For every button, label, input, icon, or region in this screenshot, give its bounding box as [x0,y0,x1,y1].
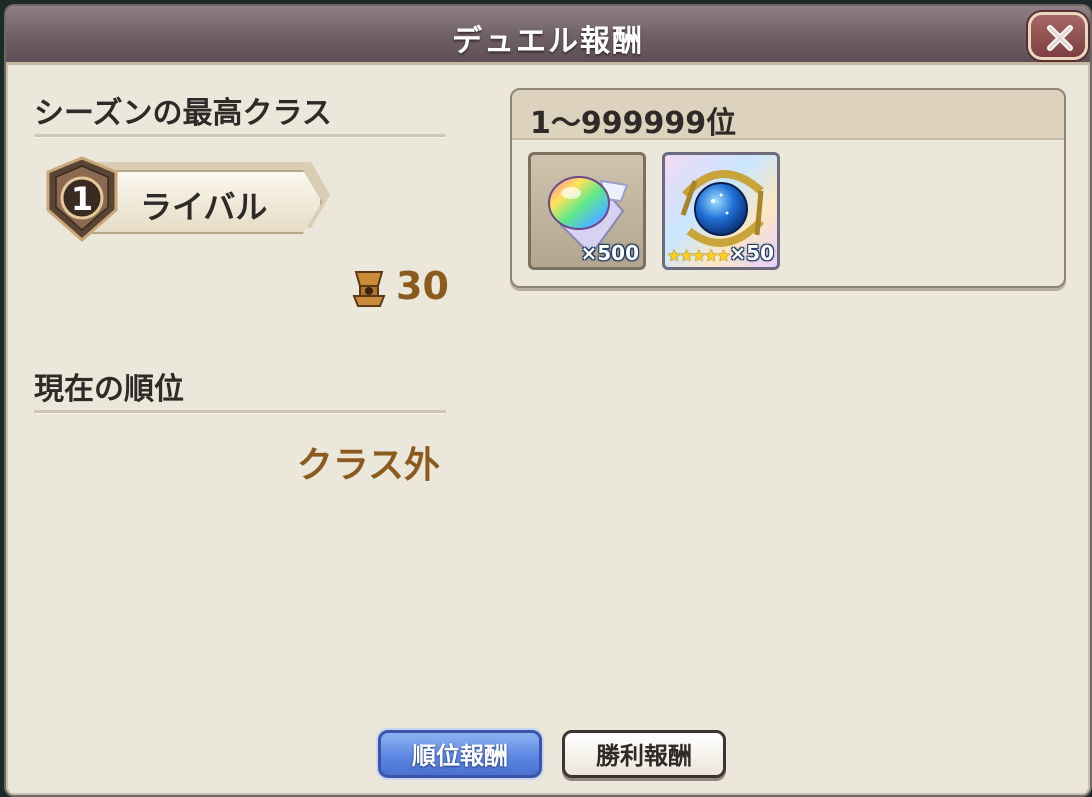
dialog-title: デュエル報酬 [452,24,644,59]
reward-item[interactable]: ★★★★★ ×50 [662,152,780,270]
close-button[interactable] [1028,12,1088,60]
current-rank-label: 現在の順位 [34,372,184,407]
tab-win-reward[interactable]: 勝利報酬 [562,730,726,778]
trophy-icon [352,271,386,307]
rank-number: 1 [71,180,93,218]
reward-card: 1〜999999位 ×500 ★★★★★ ×50 [510,88,1066,288]
reward-item[interactable]: ×500 [528,152,646,270]
duel-reward-dialog: デュエル報酬 シーズンの最高クラス ライバル 1 30 現在の順位 クラス外 1… [4,4,1092,797]
close-x-icon [1047,25,1073,51]
rank-emblem-icon: 1 [46,156,118,242]
divider [34,410,446,414]
tab-rank-reward[interactable]: 順位報酬 [378,730,542,778]
title-bar: デュエル報酬 [6,6,1090,65]
rarity-stars: ★★★★★ [667,246,731,265]
item-quantity: ×500 [580,241,639,265]
season-best-label: シーズンの最高クラス [34,96,332,131]
item-quantity: ×50 [729,241,774,265]
rank-name: ライバル [140,188,268,226]
reward-range: 1〜999999位 [530,106,737,141]
divider [34,134,446,138]
trophy-value: 30 [396,264,449,308]
rank-banner: ライバル 1 [42,156,332,246]
current-rank-value: クラス外 [296,445,440,486]
